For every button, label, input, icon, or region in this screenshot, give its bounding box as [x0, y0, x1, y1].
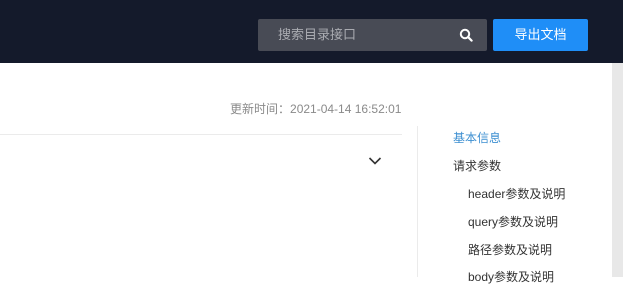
section-divider — [0, 134, 402, 135]
export-document-button[interactable]: 导出文档 — [493, 19, 588, 51]
updated-time: 更新时间：2021-04-14 16:52:01 — [230, 100, 401, 117]
toc-item-basic-info[interactable]: 基本信息 — [453, 129, 501, 146]
search-input[interactable]: 搜索目录接口 — [278, 19, 356, 51]
toc-item-header-params[interactable]: header参数及说明 — [468, 185, 565, 202]
search-icon[interactable] — [459, 28, 473, 42]
search-box[interactable]: 搜索目录接口 — [258, 19, 487, 51]
toc-item-query-params[interactable]: query参数及说明 — [468, 213, 558, 230]
scrollbar-track[interactable] — [612, 63, 623, 277]
updated-time-label: 更新时间： — [230, 102, 291, 116]
top-navigation-bar: 搜索目录接口 导出文档 — [0, 0, 623, 63]
toc-item-request-params[interactable]: 请求参数 — [453, 157, 501, 174]
toc-item-path-params[interactable]: 路径参数及说明 — [468, 241, 552, 258]
updated-time-value: 2021-04-14 16:52:01 — [290, 102, 402, 116]
toc-divider — [417, 126, 418, 277]
chevron-down-icon[interactable] — [368, 156, 382, 166]
